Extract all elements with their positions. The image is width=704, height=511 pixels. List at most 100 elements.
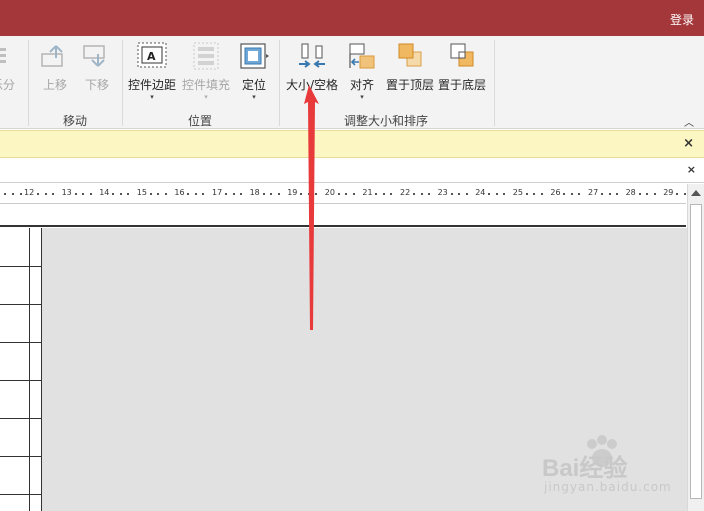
ruler-tick — [315, 193, 318, 195]
size-space-button[interactable]: 大小/空格 ▾ — [284, 42, 340, 101]
align-button[interactable]: 对齐 ▾ — [346, 42, 378, 101]
anchoring-icon — [239, 42, 269, 70]
group-separator — [122, 40, 123, 126]
ruler-tick — [608, 193, 611, 195]
ruler-tick — [187, 193, 190, 195]
ruler-number: 22 — [400, 188, 411, 197]
close-document-icon[interactable]: × — [687, 163, 696, 176]
ruler-tick — [82, 193, 85, 195]
ruler-tick — [488, 193, 491, 195]
group-label-size-order: 调整大小和排序 — [344, 114, 429, 128]
ruler-tick — [225, 193, 227, 195]
ruler-tick — [352, 193, 355, 195]
bring-to-front-label: 置于顶层 — [385, 78, 434, 92]
ruler-tick — [20, 193, 22, 195]
ruler-tick — [578, 193, 581, 195]
ruler-tick — [307, 193, 310, 195]
move-up-icon — [40, 42, 70, 70]
partial-icon — [0, 42, 18, 70]
ruler-tick — [277, 193, 280, 195]
grid-row-line — [0, 266, 42, 267]
send-to-back-button[interactable]: 置于底层 — [436, 42, 488, 93]
ruler-number: 15 — [136, 188, 147, 197]
send-to-back-label: 置于底层 — [437, 78, 486, 92]
ruler-tick — [465, 193, 468, 195]
ribbon: 乐分 上移 下移 移动 — [0, 36, 704, 129]
control-margins-label: 控件边距 — [127, 78, 176, 92]
move-down-button[interactable]: 下移 — [80, 42, 114, 93]
ruler-number: 20 — [324, 188, 335, 197]
ruler-tick — [563, 193, 566, 195]
ruler-tick — [450, 193, 453, 195]
ruler-number: 29 — [663, 188, 674, 197]
ruler-tick — [503, 193, 506, 195]
watermark-brand: Bai经验 — [542, 455, 628, 482]
grid-row-line — [0, 456, 42, 457]
scroll-up-icon[interactable] — [691, 190, 701, 196]
ruler-tick — [52, 193, 54, 195]
report-grid — [0, 228, 42, 511]
watermark: Bai经验 jingyan.baidu.com — [536, 434, 696, 496]
ruler-tick — [119, 193, 122, 195]
ruler-tick — [458, 193, 461, 195]
ruler-number: 17 — [212, 188, 223, 197]
ruler-tick — [89, 193, 92, 195]
chevron-down-icon: ▾ — [360, 93, 364, 101]
chevron-down-icon: ▾ — [252, 93, 256, 101]
document-tab-strip: × — [0, 159, 704, 183]
ruler-number: 16 — [174, 188, 185, 197]
control-margins-button[interactable]: A 控件边距 ▾ — [126, 42, 178, 101]
ruler-tick — [495, 193, 498, 195]
ruler-tick — [570, 193, 573, 195]
chevron-down-icon: ▾ — [310, 93, 314, 101]
send-to-back-icon — [447, 42, 477, 70]
control-padding-label: 控件填充 — [181, 78, 230, 92]
bring-to-front-button[interactable]: 置于顶层 — [384, 42, 436, 93]
section-header-band — [0, 205, 686, 227]
collapse-ribbon-icon[interactable]: ︿ — [684, 114, 694, 129]
ruler-number: 23 — [437, 188, 448, 197]
control-margins-icon: A — [137, 42, 167, 70]
ruler-tick — [413, 193, 415, 195]
message-bar: × — [0, 130, 704, 158]
ruler-tick — [428, 193, 430, 195]
ruler-number: 27 — [588, 188, 599, 197]
svg-text:A: A — [147, 50, 156, 63]
ruler-tick — [533, 193, 536, 195]
access-window: 登录 乐分 上移 — [0, 0, 704, 511]
partial-label: 乐分 — [0, 78, 15, 92]
ruler-tick — [525, 193, 528, 195]
move-up-label: 上移 — [42, 78, 67, 92]
ruler-tick — [262, 193, 265, 195]
close-icon[interactable]: × — [683, 136, 694, 151]
grid-row-line — [0, 418, 42, 419]
horizontal-ruler: 12 13 14 15 16 17 18 19 20 21 22 23 24 25 26 27 28 29 — [0, 184, 694, 204]
ruler-tick — [300, 193, 303, 195]
group-label-position: 位置 — [188, 114, 213, 128]
title-bar: 登录 — [0, 0, 704, 36]
ruler-tick — [616, 193, 618, 195]
align-icon — [347, 42, 377, 70]
move-up-button[interactable]: 上移 — [38, 42, 72, 93]
control-padding-icon — [191, 42, 221, 70]
ruler-tick — [157, 193, 160, 195]
ruler-tick — [149, 193, 152, 195]
ruler-number: 21 — [362, 188, 373, 197]
grid-row-line — [0, 494, 42, 495]
ruler-number: 13 — [61, 188, 72, 197]
ruler-tick — [601, 193, 603, 195]
align-label: 对齐 — [349, 78, 374, 92]
ribbon-button-partial[interactable]: 乐分 — [0, 42, 18, 93]
control-padding-button[interactable]: 控件填充 ▾ — [180, 42, 232, 101]
anchoring-button[interactable]: 定位 ▾ — [236, 42, 272, 101]
ruler-number: 24 — [475, 188, 486, 197]
ruler-tick — [683, 193, 686, 195]
ruler-tick — [646, 193, 649, 195]
group-separator — [279, 40, 280, 126]
ruler-tick — [4, 193, 6, 195]
login-link[interactable]: 登录 — [670, 11, 694, 28]
ruler-number: 12 — [24, 188, 35, 197]
ruler-number: 25 — [512, 188, 523, 197]
ruler-tick — [240, 193, 242, 195]
grid-row-line — [0, 380, 42, 381]
